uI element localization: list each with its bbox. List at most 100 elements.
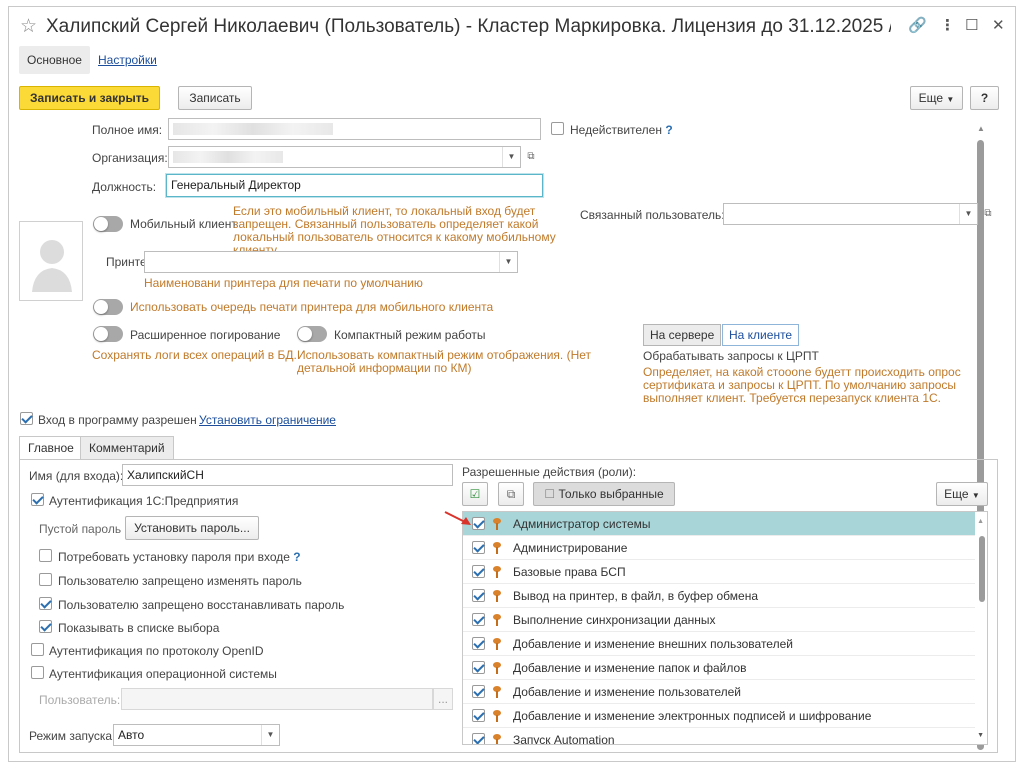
set-restriction-link[interactable]: Установить ограничение xyxy=(199,413,336,427)
scroll-up-icon[interactable]: ▲ xyxy=(977,518,984,525)
link-icon[interactable]: 🔗 xyxy=(908,16,927,34)
more-label: Еще xyxy=(918,91,944,105)
role-row[interactable]: Выполнение синхронизации данных xyxy=(463,608,975,632)
roles-more-button[interactable]: Еще ▼ xyxy=(936,482,988,506)
chevron-down-icon[interactable]: ▼ xyxy=(499,252,517,272)
set-password-button[interactable]: Установить пароль... xyxy=(125,516,259,540)
login-name-input[interactable]: ХалипскийСН xyxy=(122,464,453,486)
open-icon[interactable]: ⧉ xyxy=(979,204,997,224)
chevron-down-icon[interactable]: ▼ xyxy=(502,147,520,167)
role-checkbox[interactable] xyxy=(472,685,485,698)
os-auth-checkbox[interactable] xyxy=(31,666,44,679)
role-key-icon xyxy=(493,518,501,530)
role-checkbox[interactable] xyxy=(472,637,485,650)
mobile-client-toggle[interactable] xyxy=(93,216,123,232)
launch-mode-select[interactable]: Авто ▼ xyxy=(113,724,280,746)
tab-settings[interactable]: Настройки xyxy=(90,46,165,74)
full-name-label: Полное имя: xyxy=(92,123,163,137)
on-server-button[interactable]: На сервере xyxy=(643,324,722,346)
role-row[interactable]: Добавление и изменение внешних пользоват… xyxy=(463,632,975,656)
on-client-button[interactable]: На клиенте xyxy=(722,324,800,346)
role-checkbox[interactable] xyxy=(472,661,485,674)
role-checkbox[interactable] xyxy=(472,613,485,626)
print-queue-toggle[interactable] xyxy=(93,299,123,315)
roles-more-label: Еще xyxy=(944,487,969,501)
extended-logging-hint: Сохранять логи всех операций в БД. xyxy=(92,348,297,362)
role-label: Добавление и изменение пользователей xyxy=(513,685,741,699)
role-checkbox[interactable] xyxy=(472,733,485,744)
role-row[interactable]: Запуск Automation xyxy=(463,728,975,745)
save-button[interactable]: Записать xyxy=(178,86,252,110)
redacted-block xyxy=(173,123,333,135)
extended-logging-toggle[interactable] xyxy=(93,326,123,342)
auth-1c-label: Аутентификация 1С:Предприятия xyxy=(49,494,239,508)
deny-restore-password-checkbox[interactable] xyxy=(39,597,52,610)
role-row[interactable]: Администратор системы xyxy=(463,512,975,536)
check-all-button[interactable]: ☑ xyxy=(462,482,488,506)
close-icon[interactable]: ✕ xyxy=(992,16,1005,34)
checkbox-icon: ☐ xyxy=(544,487,556,501)
linked-user-input[interactable]: ▼ xyxy=(723,203,978,225)
uncheck-all-button[interactable]: ⧉ xyxy=(498,482,524,506)
more-button[interactable]: Еще ▼ xyxy=(910,86,963,110)
role-checkbox[interactable] xyxy=(472,517,485,530)
scroll-up-icon[interactable]: ▲ xyxy=(977,124,985,133)
role-checkbox[interactable] xyxy=(472,541,485,554)
organization-label: Организация: xyxy=(92,151,168,165)
show-in-list-label: Показывать в списке выбора xyxy=(58,621,220,635)
user-photo-icon xyxy=(32,240,72,292)
role-row[interactable]: Базовые права БСП xyxy=(463,560,975,584)
help-button[interactable]: ? xyxy=(970,86,999,110)
printer-input[interactable]: ▼ xyxy=(144,251,518,273)
role-checkbox[interactable] xyxy=(472,589,485,602)
os-user-label: Пользователь: xyxy=(39,693,121,707)
linked-user-label: Связанный пользователь: xyxy=(580,208,725,222)
deny-change-password-label: Пользователю запрещено изменять пароль xyxy=(58,574,302,588)
role-label: Запуск Automation xyxy=(513,733,615,745)
check-all-icon: ☑ xyxy=(469,487,481,501)
help-icon[interactable]: ? xyxy=(665,123,672,137)
only-selected-label: Только выбранные xyxy=(558,487,664,501)
position-input[interactable]: Генеральный Директор xyxy=(166,174,543,197)
openid-checkbox[interactable] xyxy=(31,643,44,656)
favorite-star-icon[interactable]: ☆ xyxy=(20,15,37,38)
role-checkbox[interactable] xyxy=(472,709,485,722)
role-row[interactable]: Вывод на принтер, в файл, в буфер обмена xyxy=(463,584,975,608)
tab-comment[interactable]: Комментарий xyxy=(80,436,174,459)
role-row[interactable]: Добавление и изменение пользователей xyxy=(463,680,975,704)
only-selected-toggle[interactable]: ☐ Только выбранные xyxy=(533,482,675,506)
show-in-list-checkbox[interactable] xyxy=(39,620,52,633)
scroll-down-icon[interactable]: ▼ xyxy=(977,732,984,739)
launch-mode-label: Режим запуска: xyxy=(29,729,116,743)
avatar[interactable] xyxy=(19,221,83,301)
role-row[interactable]: Добавление и изменение папок и файлов xyxy=(463,656,975,680)
invalid-checkbox[interactable] xyxy=(551,122,564,135)
deny-change-password-checkbox[interactable] xyxy=(39,573,52,586)
os-user-select-button: ... xyxy=(433,688,453,710)
login-allowed-checkbox[interactable] xyxy=(20,412,33,425)
roles-list[interactable]: Администратор системы Администрирование … xyxy=(462,511,988,745)
role-row[interactable]: Добавление и изменение электронных подпи… xyxy=(463,704,975,728)
require-password-checkbox[interactable] xyxy=(39,549,52,562)
role-row[interactable]: Администрирование xyxy=(463,536,975,560)
role-checkbox[interactable] xyxy=(472,565,485,578)
tab-general[interactable]: Главное xyxy=(19,436,83,460)
organization-input[interactable]: ▼ xyxy=(168,146,521,168)
os-user-input xyxy=(121,688,433,710)
auth-1c-checkbox[interactable] xyxy=(31,493,44,506)
chevron-down-icon[interactable]: ▼ xyxy=(261,725,279,745)
help-icon[interactable]: ? xyxy=(293,550,300,564)
role-label: Вывод на принтер, в файл, в буфер обмена xyxy=(513,589,759,603)
open-icon[interactable]: ⧉ xyxy=(522,147,540,167)
compact-mode-toggle[interactable] xyxy=(297,326,327,342)
more-menu-icon[interactable]: ⋮ xyxy=(940,16,955,34)
roles-scrollbar[interactable] xyxy=(979,536,985,602)
save-and-close-button[interactable]: Записать и закрыть xyxy=(19,86,160,110)
extended-logging-label: Расширенное погирование xyxy=(130,328,281,342)
login-name-label: Имя (для входа): xyxy=(29,469,124,483)
tab-main[interactable]: Основное xyxy=(19,46,90,74)
chevron-down-icon[interactable]: ▼ xyxy=(959,204,977,224)
full-name-input[interactable] xyxy=(168,118,541,140)
maximize-icon[interactable]: ☐ xyxy=(965,16,978,34)
openid-label: Аутентификация по протоколу OpenID xyxy=(49,644,264,658)
